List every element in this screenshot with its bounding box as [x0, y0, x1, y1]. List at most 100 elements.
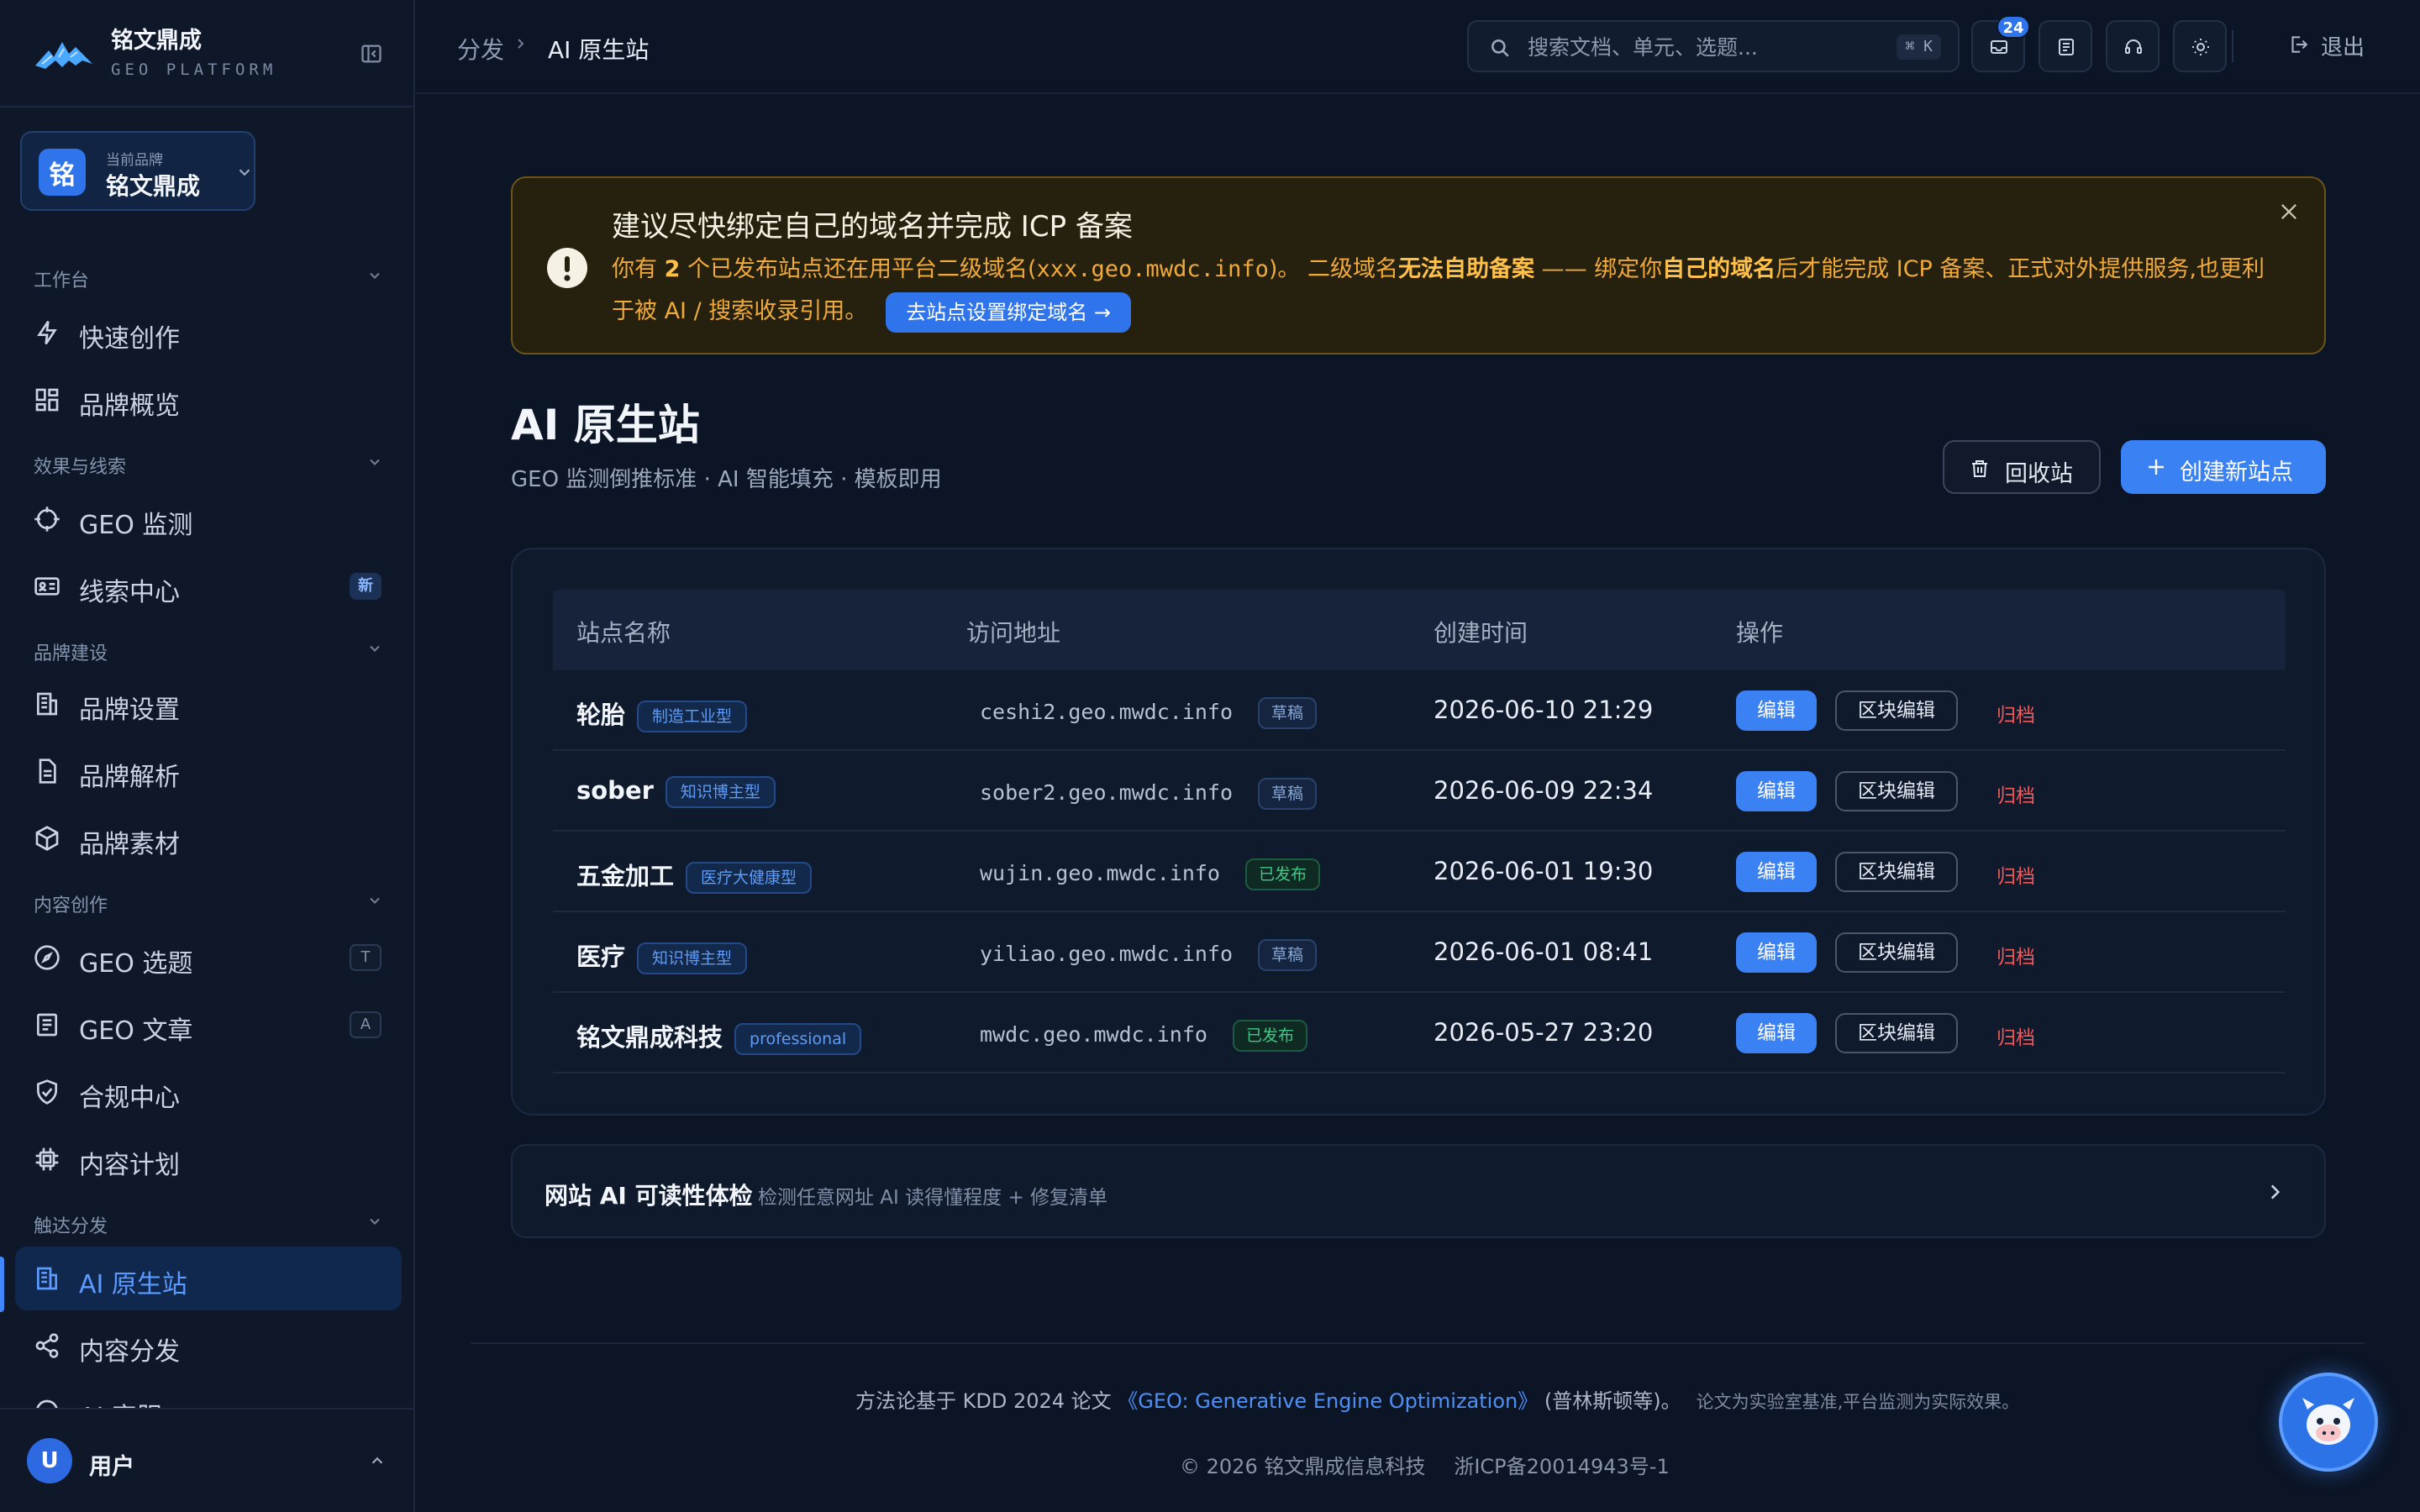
sidebar-item-label: GEO 监测 — [79, 511, 193, 540]
sidebar-item-label: GEO 选题 — [79, 949, 193, 979]
bind-domain-button[interactable]: 去站点设置绑定域名 → — [886, 291, 1132, 333]
building-icon — [37, 692, 57, 716]
banner-text: )。 二级域名 — [1268, 256, 1398, 282]
close-icon[interactable] — [2277, 200, 2301, 223]
site-url[interactable]: yiliao.geo.mwdc.info 草稿 — [980, 939, 1318, 971]
ai-assistant-button[interactable] — [2279, 1373, 2378, 1472]
search-box[interactable]: ⌘ K — [1467, 20, 1960, 72]
brand-switcher[interactable]: 铭 当前品牌 铭文鼎成 — [20, 131, 255, 211]
archive-button[interactable]: 归档 — [1996, 699, 2035, 727]
chevron-down-icon — [370, 897, 380, 904]
chevron-down-icon — [370, 459, 380, 465]
sidebar-item-geo-topics[interactable]: GEO 选题 T — [15, 926, 402, 990]
site-url[interactable]: sober2.geo.mwdc.info 草稿 — [980, 778, 1318, 810]
breadcrumb-current: AI 原生站 — [548, 36, 650, 64]
edit-button[interactable]: 编辑 — [1736, 690, 1817, 731]
banner-domain: xxx.geo.mwdc.info — [1036, 256, 1269, 282]
nav-section-content-creation[interactable]: 内容创作 — [34, 890, 383, 917]
edit-button[interactable]: 编辑 — [1736, 852, 1817, 892]
inbox-icon — [1991, 40, 2007, 54]
status-badge: 草稿 — [1258, 697, 1318, 729]
recycle-bin-button[interactable]: 回收站 — [1943, 440, 2101, 494]
search-icon — [1491, 39, 1509, 57]
nav-section-brand-building[interactable]: 品牌建设 — [34, 638, 383, 665]
user-menu[interactable]: U 用户 — [0, 1408, 413, 1512]
sidebar-item-quick-create[interactable]: 快速创作 — [15, 301, 402, 365]
nav-section-distribution[interactable]: 触达分发 — [34, 1211, 383, 1238]
sidebar-item-brand-settings[interactable]: 品牌设置 — [15, 672, 402, 736]
edit-button[interactable]: 编辑 — [1736, 1013, 1817, 1053]
icp-warning-banner: 建议尽快绑定自己的域名并完成 ICP 备案 你有 2 个已发布站点还在用平台二级… — [511, 176, 2326, 354]
nav-section-effect-leads[interactable]: 效果与线索 — [34, 452, 383, 479]
block-edit-button[interactable]: 区块编辑 — [1835, 852, 1958, 892]
shortcut-key: T — [350, 944, 381, 971]
sidebar-item-label: 内容计划 — [79, 1151, 180, 1180]
theme-toggle-button[interactable] — [2173, 20, 2227, 72]
nav-section-title: 工作台 — [34, 270, 90, 291]
notifications-button[interactable]: 24 — [1971, 15, 2030, 72]
site-name: 铭文鼎成科技 professional — [576, 1018, 862, 1055]
sidebar-item-compliance-center[interactable]: 合规中心 — [15, 1060, 402, 1124]
avatar: U — [27, 1438, 72, 1483]
active-indicator — [0, 1257, 4, 1312]
docs-button[interactable] — [2039, 20, 2092, 72]
sidebar-item-geo-articles[interactable]: GEO 文章 A — [15, 993, 402, 1057]
archive-button[interactable]: 归档 — [1996, 1021, 2035, 1050]
create-site-button[interactable]: 创建新站点 — [2121, 440, 2326, 494]
column-header-name: 站点名称 — [576, 619, 671, 647]
column-header-url: 访问地址 — [966, 619, 1061, 647]
search-shortcut: ⌘ K — [1897, 34, 1941, 60]
site-url-text: ceshi2.geo.mwdc.info — [980, 700, 1234, 724]
ai-readability-check-card[interactable]: 网站 AI 可读性体检 检测任意网址 AI 读得懂程度 + 修复清单 — [511, 1144, 2326, 1238]
status-badge: 已发布 — [1232, 1020, 1307, 1052]
table-row: 轮胎 制造工业型 ceshi2.geo.mwdc.info 草稿 2026-06-1… — [553, 670, 2286, 751]
status-badge: 草稿 — [1258, 939, 1318, 971]
search-input[interactable] — [1528, 30, 1864, 64]
support-button[interactable] — [2106, 20, 2160, 72]
sidebar-item-geo-monitor[interactable]: GEO 监测 — [15, 487, 402, 551]
nav-section-workbench[interactable]: 工作台 — [34, 265, 383, 292]
sidebar-item-brand-assets[interactable]: 品牌素材 — [15, 806, 402, 870]
edit-button[interactable]: 编辑 — [1736, 932, 1817, 973]
sidebar-collapse-icon[interactable] — [360, 42, 383, 66]
table-row: 医疗 知识博主型 yiliao.geo.mwdc.info 草稿 2026-06-0… — [553, 912, 2286, 993]
sidebar-item-label: GEO 文章 — [79, 1016, 193, 1046]
site-type-tag: 制造工业型 — [637, 701, 748, 732]
archive-button[interactable]: 归档 — [1996, 860, 2035, 889]
sidebar-item-brand-overview[interactable]: 品牌概览 — [15, 368, 402, 432]
nav-section-title: 效果与线索 — [34, 457, 127, 478]
building-icon — [37, 1267, 57, 1290]
sidebar-item-content-distribution[interactable]: 内容分发 — [15, 1314, 402, 1378]
banner-count: 2 — [664, 256, 681, 282]
sidebar-item-leads-center[interactable]: 线索中心 新 — [15, 554, 402, 618]
plus-icon — [2149, 459, 2164, 475]
site-name: 轮胎 制造工业型 — [576, 696, 748, 732]
banner-strong: 自己的域名 — [1662, 256, 1776, 282]
sun-icon — [2192, 39, 2209, 55]
nav-section-title: 内容创作 — [34, 895, 108, 916]
site-url[interactable]: ceshi2.geo.mwdc.info 草稿 — [980, 697, 1318, 729]
user-name: 用户 — [89, 1454, 134, 1480]
site-url[interactable]: wujin.geo.mwdc.info 已发布 — [980, 858, 1320, 890]
crosshair-icon — [34, 507, 60, 532]
sidebar: 铭文鼎成 GEO PLATFORM 铭 当前品牌 铭文鼎成 工作台 快速创作 品… — [0, 0, 415, 1512]
archive-button[interactable]: 归档 — [1996, 780, 2035, 808]
sidebar-item-content-plan[interactable]: 内容计划 — [15, 1127, 402, 1191]
block-edit-button[interactable]: 区块编辑 — [1835, 690, 1958, 731]
site-name-text: sober — [576, 776, 654, 805]
chip-icon — [35, 1147, 59, 1171]
breadcrumb-parent[interactable]: 分发 — [457, 32, 504, 66]
icp-link[interactable]: 浙ICP备20014943号-1 — [1454, 1455, 1669, 1478]
archive-button[interactable]: 归档 — [1996, 941, 2035, 969]
block-edit-button[interactable]: 区块编辑 — [1835, 1013, 1958, 1053]
sidebar-item-ai-customer-service[interactable]: AI 客服 — [15, 1379, 402, 1408]
logout-icon — [2291, 36, 2308, 53]
copyright-text: © 2026 铭文鼎成信息科技 — [1180, 1455, 1426, 1478]
block-edit-button[interactable]: 区块编辑 — [1835, 932, 1958, 973]
sidebar-item-ai-native-site[interactable]: AI 原生站 — [15, 1247, 402, 1310]
edit-button[interactable]: 编辑 — [1736, 771, 1817, 811]
site-url[interactable]: mwdc.geo.mwdc.info 已发布 — [980, 1020, 1307, 1052]
paper-link[interactable]: 《GEO: Generative Engine Optimization》 — [1118, 1389, 1538, 1413]
block-edit-button[interactable]: 区块编辑 — [1835, 771, 1958, 811]
sidebar-item-brand-analysis[interactable]: 品牌解析 — [15, 739, 402, 803]
